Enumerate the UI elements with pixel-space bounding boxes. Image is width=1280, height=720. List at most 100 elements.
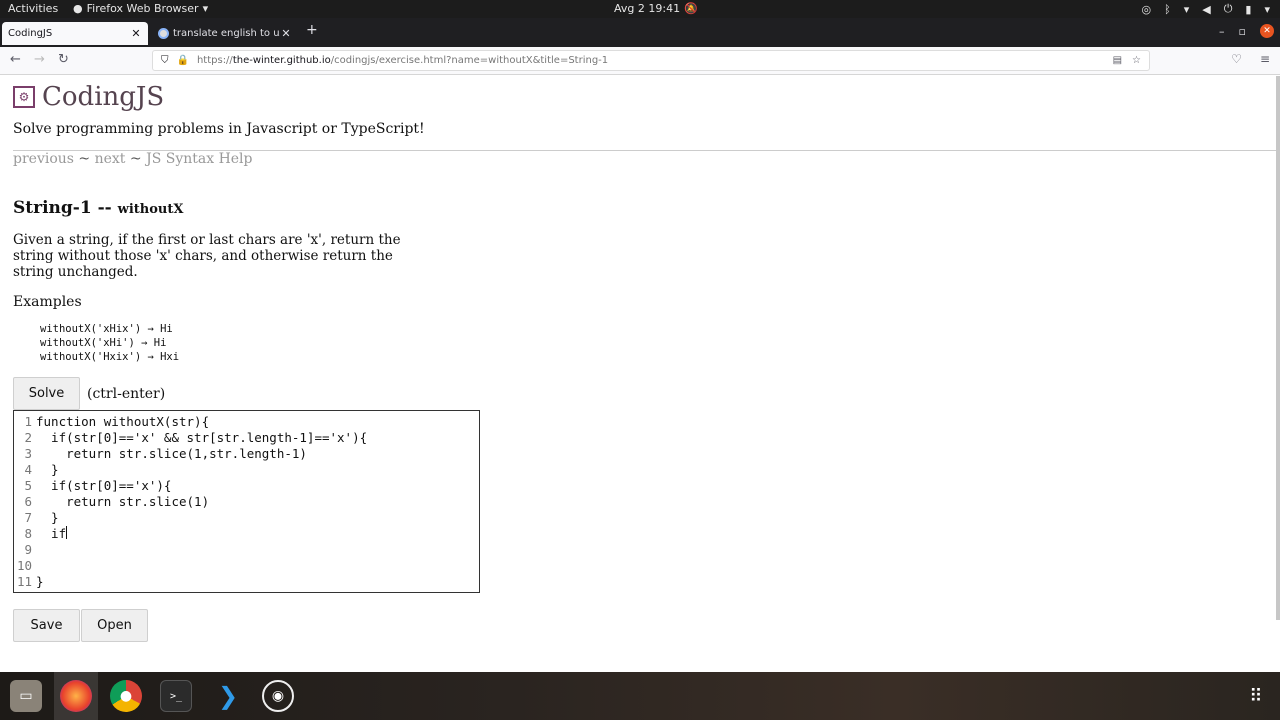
app-menu[interactable]: ● Firefox Web Browser ▾ bbox=[73, 2, 208, 15]
code-line: 5 if(str[0]=='x'){ bbox=[14, 478, 479, 494]
url-path: /codingjs/exercise.html?name=withoutX&ti… bbox=[330, 55, 609, 66]
tab-strip: CodingJS ✕ translate english to uzbek ✕ … bbox=[0, 18, 1280, 47]
problem-heading: String-1 -- withoutX bbox=[13, 198, 183, 218]
line-number: 7 bbox=[24, 510, 32, 525]
code-line: 4 } bbox=[14, 462, 479, 478]
files-icon[interactable]: ▭ bbox=[10, 680, 42, 712]
url-text[interactable]: https://the-winter.github.io/codingjs/ex… bbox=[197, 55, 1105, 66]
code-line: 9 bbox=[14, 542, 479, 558]
close-icon[interactable]: ✕ bbox=[280, 27, 292, 40]
caret-down-icon: ▾ bbox=[1264, 2, 1270, 16]
clock[interactable]: Avg 2 19:41 🔕 bbox=[614, 2, 698, 15]
clock-text: Avg 2 19:41 bbox=[614, 2, 681, 15]
code-text: return str.slice(1) bbox=[36, 494, 210, 509]
window-controls: – ▫ ✕ bbox=[1219, 24, 1274, 38]
chrome-remote-icon: ◎ bbox=[1141, 2, 1152, 16]
close-window-icon[interactable]: ✕ bbox=[1260, 24, 1274, 38]
tab-title: CodingJS bbox=[8, 28, 53, 39]
line-number: 5 bbox=[24, 478, 32, 493]
code-text: } bbox=[36, 510, 59, 525]
url-icons: ▤ ☆ bbox=[1113, 55, 1149, 66]
minimize-icon[interactable]: – bbox=[1219, 25, 1225, 38]
chrome-icon[interactable]: ● bbox=[110, 680, 142, 712]
tab-title: translate english to uzbek bbox=[173, 28, 280, 39]
code-text: function withoutX(str){ bbox=[36, 414, 210, 429]
bluetooth-icon: ᛒ bbox=[1164, 2, 1171, 16]
line-number: 1 bbox=[24, 414, 32, 429]
firefox-icon[interactable] bbox=[60, 680, 92, 712]
example-item: withoutX('xHi') → Hi bbox=[40, 337, 167, 349]
obs-icon[interactable]: ◉ bbox=[262, 680, 294, 712]
volume-icon: ◀ bbox=[1202, 2, 1211, 16]
toolbar-right: ♡ ≡ bbox=[1231, 52, 1270, 66]
save-button[interactable]: Save bbox=[13, 609, 80, 642]
new-tab-button[interactable]: + bbox=[306, 22, 318, 38]
back-icon[interactable]: ← bbox=[10, 52, 21, 67]
problem-name: withoutX bbox=[117, 202, 184, 217]
activities-button[interactable]: Activities bbox=[8, 2, 58, 15]
firefox-icon: ● bbox=[73, 2, 83, 15]
example-item: withoutX('Hxix') → Hxi bbox=[40, 351, 180, 363]
puzzle-logo-icon: ⚙ bbox=[13, 86, 35, 108]
site-title: CodingJS bbox=[42, 82, 165, 112]
url-prefix: https:// bbox=[196, 55, 233, 66]
menu-icon[interactable]: ≡ bbox=[1260, 52, 1270, 66]
line-number: 3 bbox=[24, 446, 32, 461]
reload-icon[interactable]: ↻ bbox=[58, 52, 69, 67]
code-line: 8 if bbox=[14, 526, 479, 542]
restore-icon[interactable]: ▫ bbox=[1239, 25, 1246, 38]
terminal-icon[interactable]: >_ bbox=[160, 680, 192, 712]
code-text: if bbox=[36, 526, 67, 541]
nav-separator: ~ bbox=[73, 151, 95, 167]
tagline: Solve programming problems in Javascript… bbox=[13, 121, 425, 137]
code-line: 2 if(str[0]=='x' && str[str.length-1]=='… bbox=[14, 430, 479, 446]
code-editor[interactable]: 1 function withoutX(str){ 2 if(str[0]=='… bbox=[13, 410, 480, 593]
dock: ▭ ● >_ ❯ ◉ ⠿ bbox=[0, 672, 1280, 720]
line-number: 8 bbox=[24, 526, 32, 541]
reader-view-icon[interactable]: ▤ bbox=[1113, 55, 1122, 66]
tab-translate[interactable]: translate english to uzbek ✕ bbox=[152, 22, 298, 45]
solve-button[interactable]: Solve bbox=[13, 377, 80, 410]
url-bar[interactable]: ⛉ 🔒 https://the-winter.github.io/codingj… bbox=[152, 50, 1150, 71]
examples-list: withoutX('xHix') → Hi withoutX('xHi') → … bbox=[40, 322, 179, 364]
problem-nav: previous ~ next ~ JS Syntax Help bbox=[13, 151, 253, 167]
problem-group: String-1 -- bbox=[13, 198, 118, 218]
tab-codingjs[interactable]: CodingJS ✕ bbox=[2, 22, 148, 45]
site-header: ⚙ CodingJS bbox=[13, 82, 164, 112]
code-text: return str.slice(1,str.length-1) bbox=[36, 446, 307, 461]
line-number: 9 bbox=[24, 542, 32, 557]
examples-label: Examples bbox=[13, 294, 82, 310]
code-line: 10 bbox=[14, 558, 479, 574]
previous-link[interactable]: previous bbox=[13, 151, 74, 167]
lock-icon[interactable]: 🔒 bbox=[177, 55, 189, 66]
pocket-icon[interactable]: ♡ bbox=[1231, 52, 1242, 66]
app-menu-label: Firefox Web Browser bbox=[86, 2, 199, 15]
code-line: 1 function withoutX(str){ bbox=[14, 414, 479, 430]
open-button[interactable]: Open bbox=[81, 609, 148, 642]
navigation-toolbar: ← → ↻ ⛉ 🔒 https://the-winter.github.io/c… bbox=[0, 47, 1280, 75]
code-text: } bbox=[36, 574, 44, 589]
syntax-help-link[interactable]: JS Syntax Help bbox=[146, 151, 252, 167]
system-tray[interactable]: ◎ ᛒ ▾ ◀ ⏻ ▮ ▾ bbox=[1141, 2, 1270, 16]
battery-icon: ▮ bbox=[1245, 2, 1252, 16]
code-text: if(str[0]=='x' && str[str.length-1]=='x'… bbox=[36, 430, 368, 445]
line-number: 10 bbox=[16, 558, 32, 573]
code-text: } bbox=[36, 462, 59, 477]
line-number: 6 bbox=[24, 494, 32, 509]
solve-hint: (ctrl-enter) bbox=[87, 385, 166, 402]
code-line: 7 } bbox=[14, 510, 479, 526]
next-link[interactable]: next bbox=[95, 151, 126, 167]
problem-description: Given a string, if the first or last cha… bbox=[13, 232, 401, 280]
page-scrollbar[interactable] bbox=[1276, 76, 1280, 620]
app-grid-icon[interactable]: ⠿ bbox=[1240, 680, 1272, 712]
forward-icon[interactable]: → bbox=[34, 52, 45, 67]
system-top-bar: Activities ● Firefox Web Browser ▾ Avg 2… bbox=[0, 0, 1280, 18]
close-icon[interactable]: ✕ bbox=[130, 27, 142, 40]
google-icon bbox=[158, 28, 169, 39]
wifi-icon: ▾ bbox=[1183, 2, 1190, 16]
code-text: if(str[0]=='x'){ bbox=[36, 478, 172, 493]
shield-icon[interactable]: ⛉ bbox=[161, 55, 169, 66]
vscode-icon[interactable]: ❯ bbox=[212, 680, 244, 712]
bell-muted-icon: 🔕 bbox=[684, 2, 698, 15]
bookmark-star-icon[interactable]: ☆ bbox=[1132, 55, 1141, 66]
